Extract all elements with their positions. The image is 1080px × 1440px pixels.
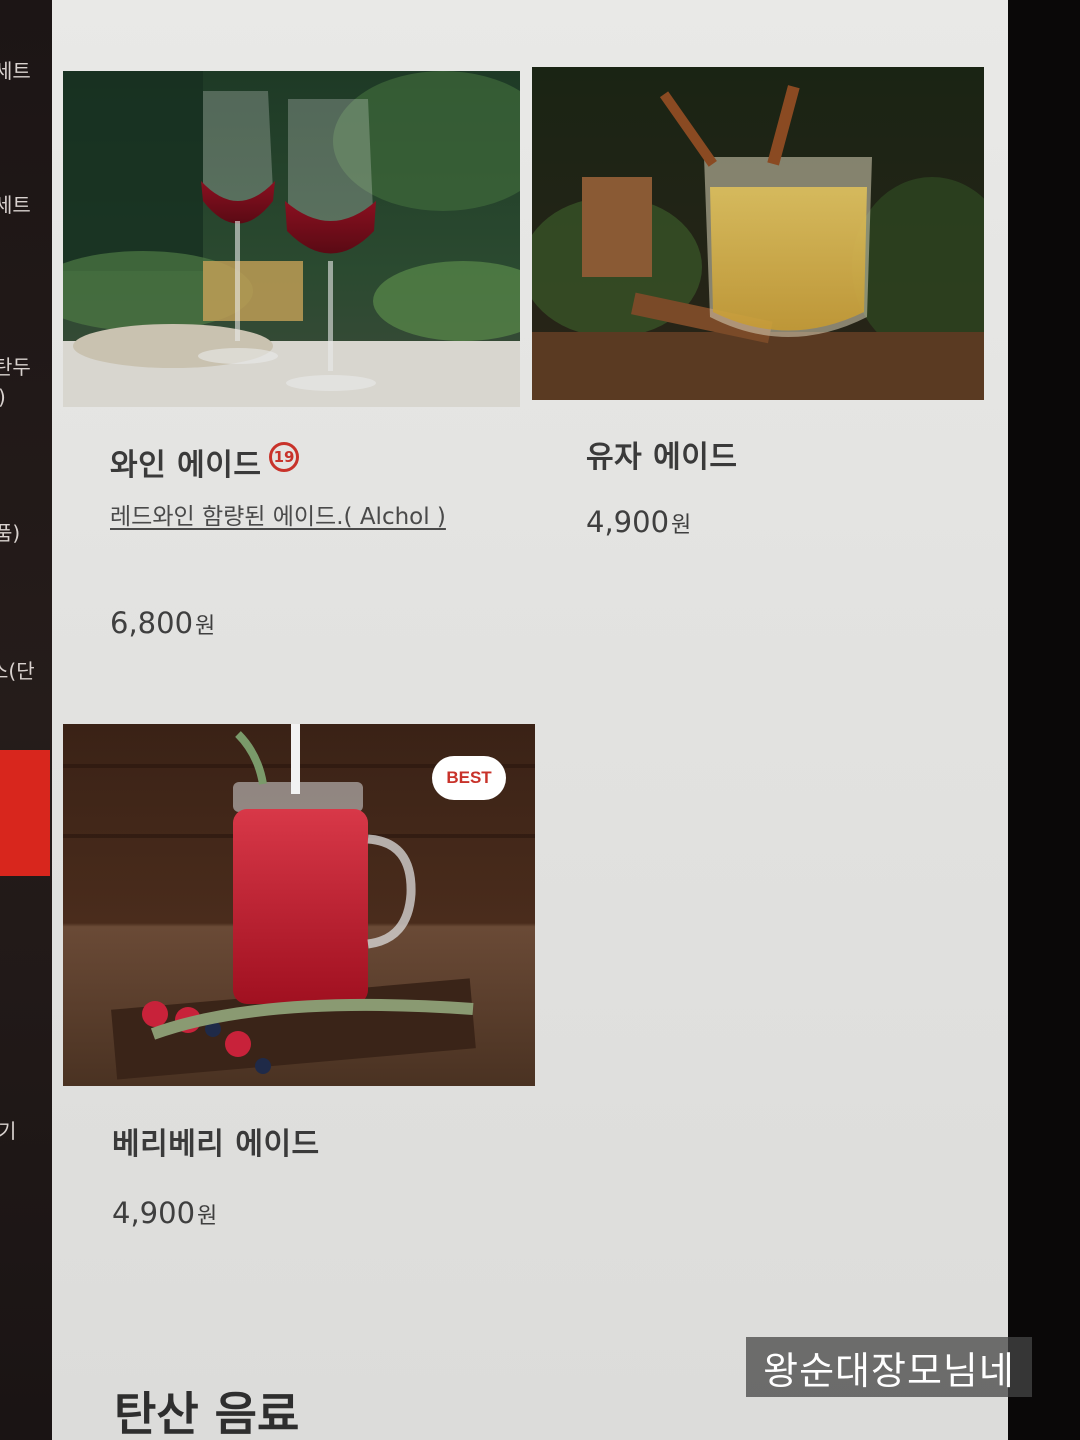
menu-item-price-wine-ade: 6,800원 [110, 606, 215, 640]
sidebar-item-set-2[interactable]: 세트 [0, 190, 52, 220]
price-value: 4,900 [112, 1196, 196, 1230]
sidebar-item-label: 탄두 [0, 355, 31, 379]
currency-unit: 원 [195, 614, 216, 639]
sidebar-item-3[interactable]: 탄두 ) [0, 352, 52, 412]
sidebar-item-set-1[interactable]: 세트 [0, 56, 52, 86]
sidebar-item-label: ) [0, 382, 52, 412]
price-value: 4,900 [586, 505, 670, 539]
menu-item-description[interactable]: 레드와인 함량된 에이드.( Alchol ) [110, 497, 446, 531]
sidebar-item-label: 세트 [0, 59, 31, 83]
watermark-label: 왕순대장모님네 [746, 1337, 1032, 1397]
best-badge: BEST [432, 756, 506, 800]
wine-glass-photo [63, 71, 520, 407]
age-19-badge-icon: 19 [269, 442, 299, 472]
device-edge [1008, 0, 1080, 1440]
sidebar-item-4[interactable]: 품) [0, 518, 52, 548]
sidebar-item-label: 품) [0, 521, 21, 545]
sidebar-item-label: 스(단 [0, 659, 35, 683]
sidebar-item-label: 세트 [0, 193, 31, 217]
menu-item-name-berry-ade[interactable]: 베리베리 에이드 [112, 1119, 320, 1163]
sidebar-item-active[interactable] [0, 750, 50, 876]
wine-ade-image[interactable] [63, 71, 520, 407]
sidebar-item-label: 기 [0, 1119, 17, 1143]
menu-item-price-berry-ade: 4,900원 [112, 1196, 217, 1230]
sidebar-item-5[interactable]: 스(단 [0, 656, 52, 686]
price-value: 6,800 [110, 606, 194, 640]
currency-unit: 원 [671, 513, 692, 538]
sidebar-item-7[interactable]: 기 [0, 1116, 52, 1146]
yuzu-drink-photo [532, 67, 984, 400]
menu-item-name-wine-ade[interactable]: 와인 에이드 [110, 440, 261, 484]
currency-unit: 원 [197, 1204, 218, 1229]
category-sidebar: 세트 세트 탄두 ) 품) 스(단 기 [0, 0, 52, 1440]
screen: 세트 세트 탄두 ) 품) 스(단 기 [0, 0, 1080, 1440]
menu-item-name-yuzu-ade[interactable]: 유자 에이드 [586, 432, 737, 476]
section-title-soda: 탄산 음료 [114, 1387, 300, 1440]
menu-item-price-yuzu-ade: 4,900원 [586, 505, 691, 539]
yuzu-ade-image[interactable] [532, 67, 984, 400]
